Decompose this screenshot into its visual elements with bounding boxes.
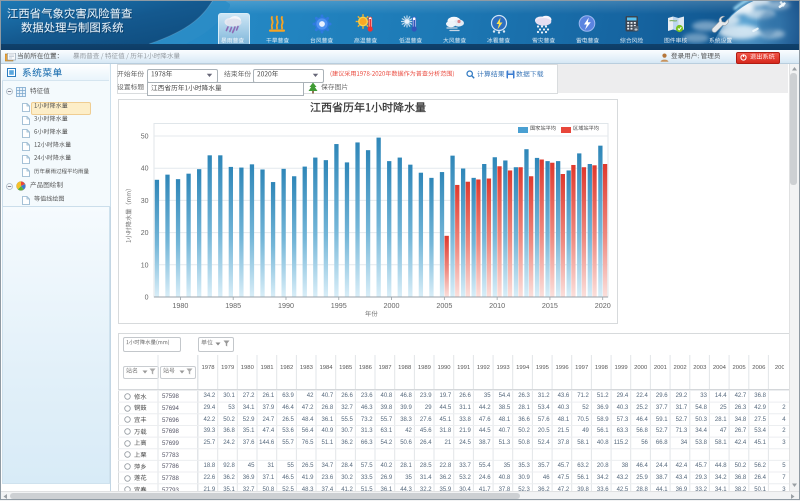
svg-text:2005: 2005: [436, 301, 452, 310]
svg-text:30: 30: [141, 198, 149, 205]
svg-text:0: 0: [145, 295, 149, 302]
svg-text:2015: 2015: [542, 301, 558, 310]
svg-text:1985: 1985: [225, 301, 241, 310]
svg-text:2010: 2010: [489, 301, 505, 310]
svg-text:1990: 1990: [278, 301, 294, 310]
svg-text:10: 10: [141, 262, 149, 269]
svg-text:1995: 1995: [331, 301, 347, 310]
svg-text:2000: 2000: [384, 301, 400, 310]
svg-text:50: 50: [141, 134, 149, 141]
svg-text:20: 20: [141, 230, 149, 237]
svg-text:2020: 2020: [595, 301, 611, 310]
svg-text:40: 40: [141, 166, 149, 173]
svg-text:1980: 1980: [172, 301, 188, 310]
